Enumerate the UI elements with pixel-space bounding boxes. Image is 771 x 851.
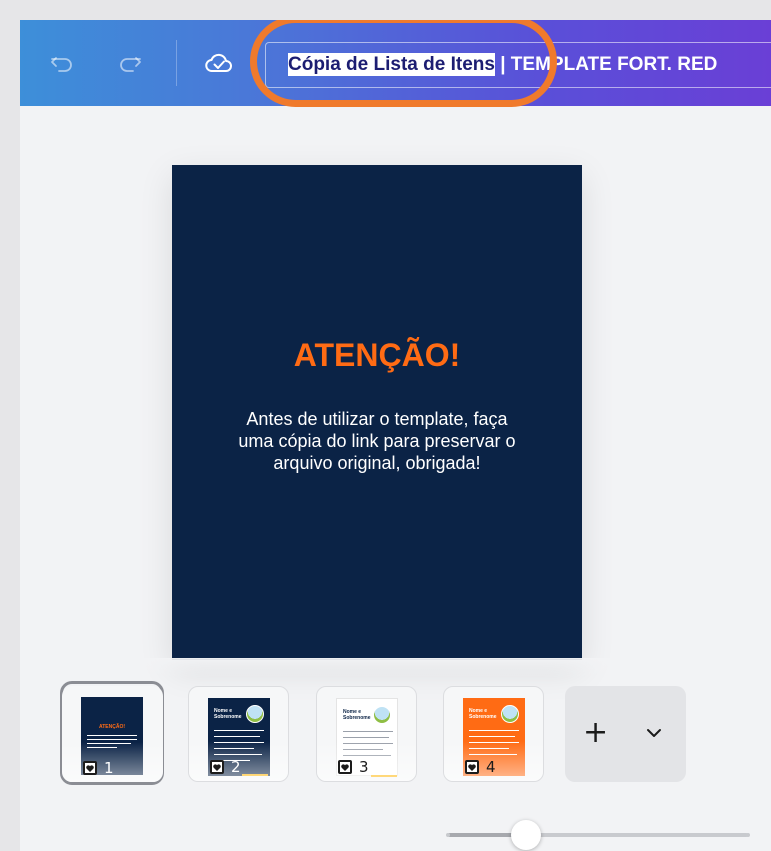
add-page-button[interactable]: + [583,718,608,748]
thumbnail-mini-line [469,730,519,731]
add-page-options-button[interactable] [645,724,663,743]
editor-app: Cópia de Lista de Itens | TEMPLATE FORT.… [20,20,771,851]
thumbnail-mini-line [469,736,515,737]
undo-button[interactable] [42,46,82,80]
page-number: 1 [104,759,114,777]
thumbnail-mini-line [343,737,389,738]
page-type-icon [338,760,352,774]
cloud-check-icon [205,53,232,72]
page-type-icon [210,760,224,774]
page-body-text: Antes de utilizar o template, faça uma c… [238,409,516,473]
page-thumbnail-3[interactable]: Nome e Sobrenome 3 [316,686,417,782]
page-strip-fade [20,658,771,678]
thumbnail-mini-title: Nome e Sobrenome [214,708,242,720]
redo-button[interactable] [110,46,150,80]
zoom-slider-track[interactable] [448,833,748,837]
thumbnail-mini-line [214,730,264,731]
chevron-down-icon [647,729,661,737]
add-page-control: + [565,686,686,782]
zoom-slider-end-dot [746,833,750,837]
page-type-icon [83,761,97,775]
toolbar-divider [176,40,177,86]
thumbnail-photo [501,705,519,723]
page-heading: ATENÇÃO! [293,337,461,373]
thumbnail-photo [246,705,264,723]
thumbnail-mini-line [87,739,137,740]
zoom-slider-handle[interactable] [511,820,541,850]
zoom-slider-end-dot [446,833,450,837]
thumbnail-mini-line [214,736,260,737]
design-page[interactable]: ATENÇÃO! Antes de utilizar o template, f… [172,165,582,660]
thumbnail-photo [373,706,391,724]
cloud-save-button[interactable] [199,46,239,80]
thumbnail-mini-line [87,735,137,736]
page-number: 2 [231,758,241,776]
page-thumbnail-2[interactable]: Nome e Sobrenome 2 [188,686,289,782]
page-type-icon [465,760,479,774]
undo-icon [51,57,72,72]
page-thumbnail-1[interactable]: ATENÇÃO! 1 [62,686,163,782]
page-number: 4 [486,758,496,776]
annotation-highlight-ring [250,20,557,107]
page-thumbnail-4[interactable]: Nome e Sobrenome 4 [443,686,544,782]
redo-icon [120,57,141,72]
page-number: 3 [359,758,369,776]
thumbnail-mini-title: Nome e Sobrenome [343,709,371,721]
thumbnail-mini-title: Nome e Sobrenome [469,708,497,720]
thumbnail-mini-title: ATENÇÃO! [98,724,125,730]
thumbnail-mini-line [343,731,393,732]
